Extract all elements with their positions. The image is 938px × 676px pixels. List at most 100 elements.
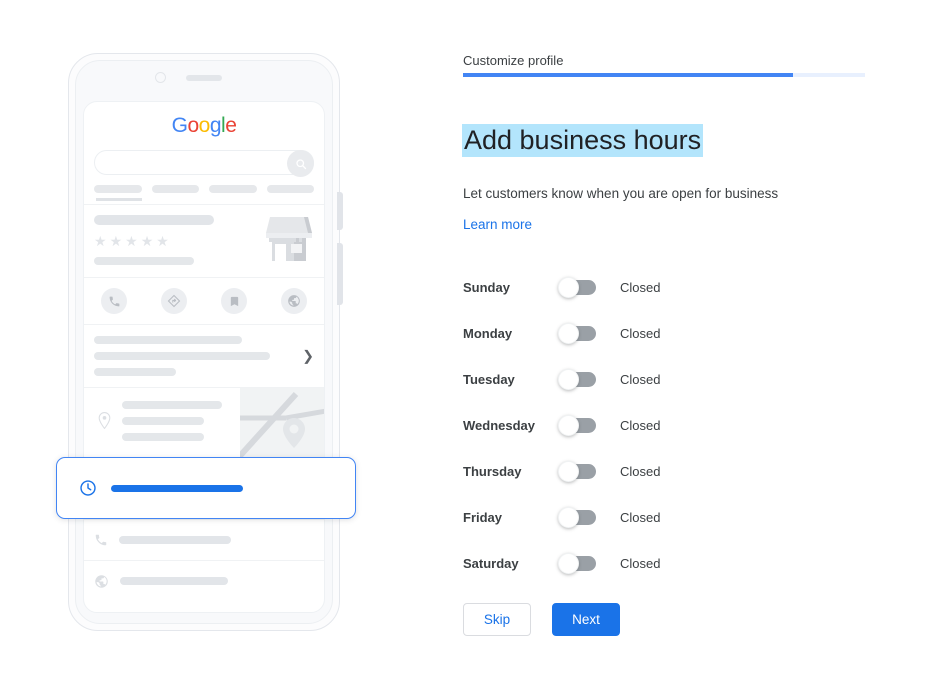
- progress-bar-track: [463, 73, 865, 77]
- logo-letter-o2: o: [198, 114, 211, 137]
- page-title: Add business hours: [462, 124, 704, 157]
- day-toggle[interactable]: [558, 460, 596, 482]
- step-label: Customize profile: [463, 53, 564, 68]
- form-actions: Skip Next: [463, 603, 620, 636]
- location-pin-icon: [98, 412, 111, 429]
- directions-icon: [161, 288, 187, 314]
- business-name-placeholder: [94, 215, 214, 225]
- day-status: Closed: [620, 279, 661, 295]
- map-thumbnail: [235, 388, 324, 457]
- placeholder-line: [122, 417, 204, 425]
- logo-letter-o1: o: [187, 114, 199, 137]
- globe-icon: [281, 288, 307, 314]
- preview-action-buttons: [84, 277, 324, 325]
- day-toggle[interactable]: [558, 552, 596, 574]
- placeholder-line: [94, 368, 176, 376]
- chip: [151, 185, 199, 193]
- business-category-placeholder: [94, 257, 194, 265]
- placeholder-line: [122, 433, 204, 441]
- preview-filter-chips: [84, 175, 324, 193]
- toggle-knob: [558, 552, 579, 574]
- google-logo: Google: [84, 102, 324, 138]
- day-status: Closed: [620, 325, 661, 341]
- phone-icon: [95, 534, 107, 546]
- day-row: Sunday Closed: [463, 264, 763, 310]
- placeholder-line: [94, 352, 270, 360]
- customize-profile-panel: Customize profile Add business hours Let…: [462, 0, 938, 676]
- star-icon: ★: [94, 233, 107, 249]
- phone-camera-icon: [155, 72, 166, 83]
- toggle-knob: [558, 460, 579, 482]
- star-icon: ★: [125, 233, 138, 249]
- day-label: Wednesday: [463, 417, 536, 433]
- learn-more-link[interactable]: Learn more: [463, 217, 532, 232]
- bookmark-icon: [221, 288, 247, 314]
- day-label: Tuesday: [463, 371, 515, 387]
- logo-letter-g2: g: [209, 114, 222, 137]
- placeholder-line: [119, 536, 231, 544]
- day-status: Closed: [620, 371, 661, 387]
- phone-speaker-icon: [186, 75, 222, 81]
- logo-letter-g1: G: [171, 114, 188, 137]
- day-status: Closed: [620, 555, 661, 571]
- storefront-illustration: [266, 217, 312, 261]
- phone-icon: [101, 288, 127, 314]
- preview-website-row: [84, 560, 324, 601]
- toggle-knob: [558, 414, 579, 436]
- day-toggle[interactable]: [558, 368, 596, 390]
- chip: [209, 185, 257, 193]
- toggle-knob: [558, 506, 579, 528]
- day-label: Friday: [463, 509, 503, 525]
- onboarding-screen: Google ★ ★ ★ ★ ★ ❯ Customize profile Add…: [0, 0, 938, 676]
- placeholder-line: [122, 401, 222, 409]
- skip-button[interactable]: Skip: [463, 603, 531, 636]
- address-placeholder-lines: [122, 401, 222, 441]
- day-toggle[interactable]: [558, 276, 596, 298]
- toggle-knob: [558, 276, 579, 298]
- day-toggle[interactable]: [558, 414, 596, 436]
- preview-business-summary: ★ ★ ★ ★ ★: [84, 205, 324, 277]
- day-label: Sunday: [463, 279, 510, 295]
- phone-power-button: [337, 243, 343, 305]
- globe-icon: [95, 574, 108, 588]
- placeholder-line: [94, 336, 242, 344]
- chip-active-underline: [96, 198, 142, 201]
- day-label: Saturday: [463, 555, 519, 571]
- preview-address-row: [84, 387, 324, 457]
- next-button[interactable]: Next: [552, 603, 620, 636]
- day-row: Saturday Closed: [463, 540, 763, 586]
- day-label: Monday: [463, 325, 513, 341]
- day-row: Monday Closed: [463, 310, 763, 356]
- preview-search-bar: [94, 150, 314, 177]
- toggle-knob: [558, 322, 579, 344]
- day-toggle[interactable]: [558, 322, 596, 344]
- day-row: Thursday Closed: [463, 448, 763, 494]
- day-status: Closed: [620, 509, 661, 525]
- business-hours-day-list: Sunday Closed Monday Closed Tuesday Closed Wed…: [463, 264, 763, 586]
- day-row: Friday Closed: [463, 494, 763, 540]
- search-icon: [287, 150, 314, 177]
- phone-app-screen: Google ★ ★ ★ ★ ★ ❯: [83, 101, 325, 613]
- star-icon: ★: [156, 233, 169, 249]
- progress-bar-fill: [463, 73, 793, 77]
- chip: [94, 185, 142, 193]
- phone-preview-illustration: Google ★ ★ ★ ★ ★ ❯: [0, 0, 420, 676]
- star-icon: ★: [140, 233, 154, 249]
- day-row: Tuesday Closed: [463, 356, 763, 402]
- phone-volume-button: [337, 192, 343, 230]
- hours-placeholder-bar: [111, 484, 243, 492]
- day-row: Wednesday Closed: [463, 402, 763, 448]
- preview-description-row: ❯: [84, 325, 324, 387]
- page-subtitle: Let customers know when you are open for…: [463, 186, 779, 201]
- logo-letter-e: e: [225, 114, 237, 137]
- day-status: Closed: [620, 463, 661, 479]
- clock-icon: [80, 480, 96, 496]
- day-status: Closed: [620, 417, 661, 433]
- day-label: Thursday: [463, 463, 522, 479]
- business-hours-highlight-card[interactable]: [56, 457, 356, 519]
- chevron-right-icon: ❯: [302, 347, 314, 364]
- toggle-knob: [558, 368, 579, 390]
- star-icon: ★: [109, 233, 123, 249]
- day-toggle[interactable]: [558, 506, 596, 528]
- preview-phone-row: [84, 519, 324, 560]
